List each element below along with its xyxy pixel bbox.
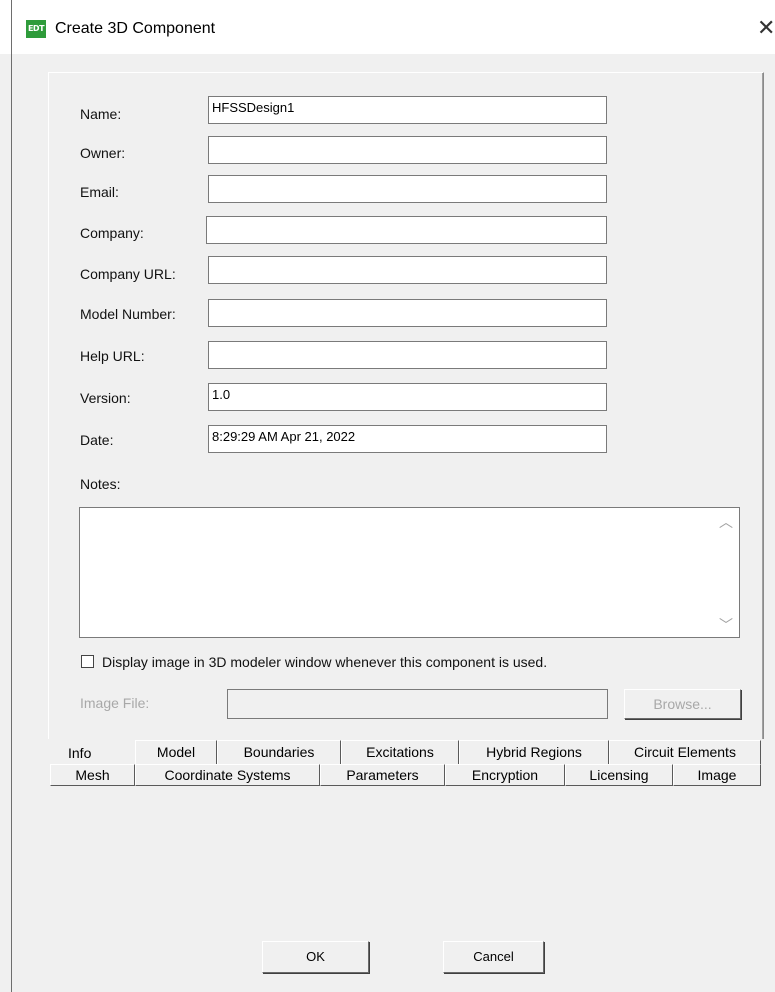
cancel-button[interactable]: Cancel <box>443 941 544 973</box>
name-field[interactable]: HFSSDesign1 <box>208 96 607 124</box>
notes-textarea[interactable]: ︿ ﹀ <box>79 507 740 638</box>
tab-coordinate-systems[interactable]: Coordinate Systems <box>135 764 320 786</box>
help-url-field[interactable] <box>208 341 607 369</box>
image-file-label: Image File: <box>80 695 150 711</box>
date-label: Date: <box>80 432 114 448</box>
tab-excitations[interactable]: Excitations <box>341 740 459 764</box>
tab-info[interactable]: Info <box>50 740 135 766</box>
title-bar: EDT Create 3D Component ✕ <box>0 0 775 54</box>
name-label: Name: <box>80 106 122 122</box>
display-image-checkbox[interactable] <box>81 655 94 668</box>
chevron-down-icon[interactable]: ﹀ <box>719 615 733 635</box>
tab-mesh[interactable]: Mesh <box>50 764 135 786</box>
tab-hybrid-regions[interactable]: Hybrid Regions <box>459 740 609 764</box>
version-field[interactable]: 1.0 <box>208 383 607 411</box>
company-url-label: Company URL: <box>80 266 176 282</box>
image-file-field[interactable] <box>227 689 608 719</box>
tab-circuit-elements[interactable]: Circuit Elements <box>609 740 761 764</box>
ok-button[interactable]: OK <box>262 941 369 973</box>
version-label: Version: <box>80 390 131 406</box>
tab-licensing[interactable]: Licensing <box>565 764 673 786</box>
window-title: Create 3D Component <box>55 20 216 37</box>
company-label: Company: <box>80 225 144 241</box>
tab-model[interactable]: Model <box>135 740 217 764</box>
company-field[interactable] <box>206 216 607 244</box>
notes-label: Notes: <box>80 476 121 492</box>
tab-parameters[interactable]: Parameters <box>320 764 445 786</box>
company-url-field[interactable] <box>208 256 607 284</box>
close-icon[interactable]: ✕ <box>757 16 775 41</box>
tab-boundaries[interactable]: Boundaries <box>217 740 341 764</box>
help-url-label: Help URL: <box>80 348 145 364</box>
model-number-label: Model Number: <box>80 306 176 322</box>
browse-button[interactable]: Browse... <box>624 689 741 719</box>
display-image-label[interactable]: Display image in 3D modeler window whene… <box>102 654 547 670</box>
chevron-up-icon[interactable]: ︿ <box>719 512 733 532</box>
email-label: Email: <box>80 184 119 200</box>
owner-field[interactable] <box>208 136 607 164</box>
tab-image[interactable]: Image <box>673 764 761 786</box>
date-field[interactable]: 8:29:29 AM Apr 21, 2022 <box>208 425 607 453</box>
tab-encryption[interactable]: Encryption <box>445 764 565 786</box>
owner-label: Owner: <box>80 145 126 161</box>
email-field[interactable] <box>208 175 607 203</box>
model-number-field[interactable] <box>208 299 607 327</box>
edt-app-icon: EDT <box>26 20 46 38</box>
